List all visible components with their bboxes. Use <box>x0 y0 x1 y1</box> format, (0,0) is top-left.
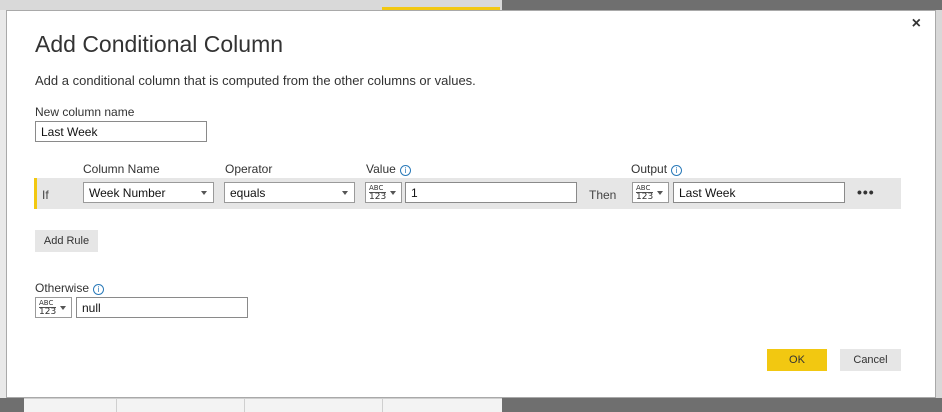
value-info-icon[interactable]: i <box>399 165 411 176</box>
background-grid-divider <box>382 399 383 412</box>
abc-type-icon: ABC <box>636 184 651 192</box>
then-label: Then <box>589 188 617 202</box>
chevron-down-icon <box>390 191 396 195</box>
number-type-icon: 123 <box>39 307 57 317</box>
otherwise-label: Otherwise i <box>35 281 105 295</box>
add-conditional-column-dialog: × Add Conditional Column Add a condition… <box>6 10 936 398</box>
new-column-name-label: New column name <box>35 105 135 119</box>
value-header: Value i <box>366 162 411 176</box>
output-header-label: Output <box>631 162 668 176</box>
operator-value: equals <box>230 186 266 200</box>
otherwise-input[interactable]: null <box>76 297 248 318</box>
output-type-selector[interactable]: ABC 123 <box>632 182 669 203</box>
close-icon[interactable]: × <box>912 15 921 33</box>
otherwise-info-icon[interactable]: i <box>93 284 105 295</box>
rule-row: If Week Number equals ABC 123 1 Then ABC… <box>34 178 901 209</box>
dialog-description: Add a conditional column that is compute… <box>35 73 476 88</box>
new-column-name-input[interactable]: Last Week <box>35 121 207 142</box>
abc-type-icon: ABC <box>39 299 54 307</box>
column-name-dropdown[interactable]: Week Number <box>83 182 214 203</box>
operator-header: Operator <box>225 162 273 176</box>
background-grid-divider <box>244 399 245 412</box>
chevron-down-icon <box>342 191 348 195</box>
chevron-down-icon <box>201 191 207 195</box>
chevron-down-icon <box>60 306 66 310</box>
number-type-icon: 123 <box>636 192 654 202</box>
add-rule-button[interactable]: Add Rule <box>35 230 98 252</box>
column-name-header: Column Name <box>83 162 160 176</box>
if-label: If <box>42 188 49 202</box>
background-grid-divider <box>116 399 117 412</box>
background-scrollbar <box>936 10 942 398</box>
background-grid-strip <box>24 398 502 412</box>
background-app-strip <box>0 0 502 10</box>
value-header-label: Value <box>366 162 396 176</box>
output-info-icon[interactable]: i <box>671 165 683 176</box>
operator-dropdown[interactable]: equals <box>224 182 355 203</box>
output-header: Output i <box>631 162 683 176</box>
value-input[interactable]: 1 <box>405 182 577 203</box>
chevron-down-icon <box>657 191 663 195</box>
otherwise-type-selector[interactable]: ABC 123 <box>35 297 72 318</box>
dialog-title: Add Conditional Column <box>35 31 284 57</box>
abc-type-icon: ABC <box>369 184 384 192</box>
cancel-button[interactable]: Cancel <box>840 349 901 371</box>
ok-button[interactable]: OK <box>767 349 827 371</box>
column-name-value: Week Number <box>89 186 166 200</box>
output-input[interactable]: Last Week <box>673 182 845 203</box>
value-type-selector[interactable]: ABC 123 <box>365 182 402 203</box>
more-options-icon[interactable]: ••• <box>857 184 875 200</box>
otherwise-label-text: Otherwise <box>35 281 90 295</box>
number-type-icon: 123 <box>369 192 387 202</box>
